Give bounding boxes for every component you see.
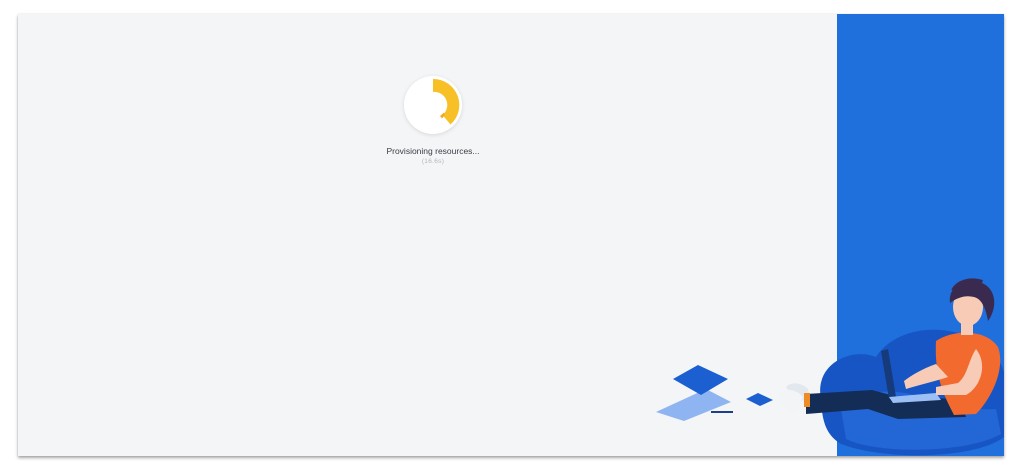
progress-spinner-icon [404, 76, 462, 134]
app-frame: Provisioning resources... (16.6s) [18, 14, 1004, 456]
status-text: Provisioning resources... [386, 146, 480, 156]
person-on-beanbag-with-laptop-illustration [656, 278, 1004, 456]
paper-icon [673, 365, 728, 395]
paper-icon [746, 393, 773, 406]
paper-icon [656, 389, 731, 421]
elapsed-time: (16.6s) [421, 158, 445, 165]
loading-indicator: Provisioning resources... (16.6s) [373, 76, 493, 165]
